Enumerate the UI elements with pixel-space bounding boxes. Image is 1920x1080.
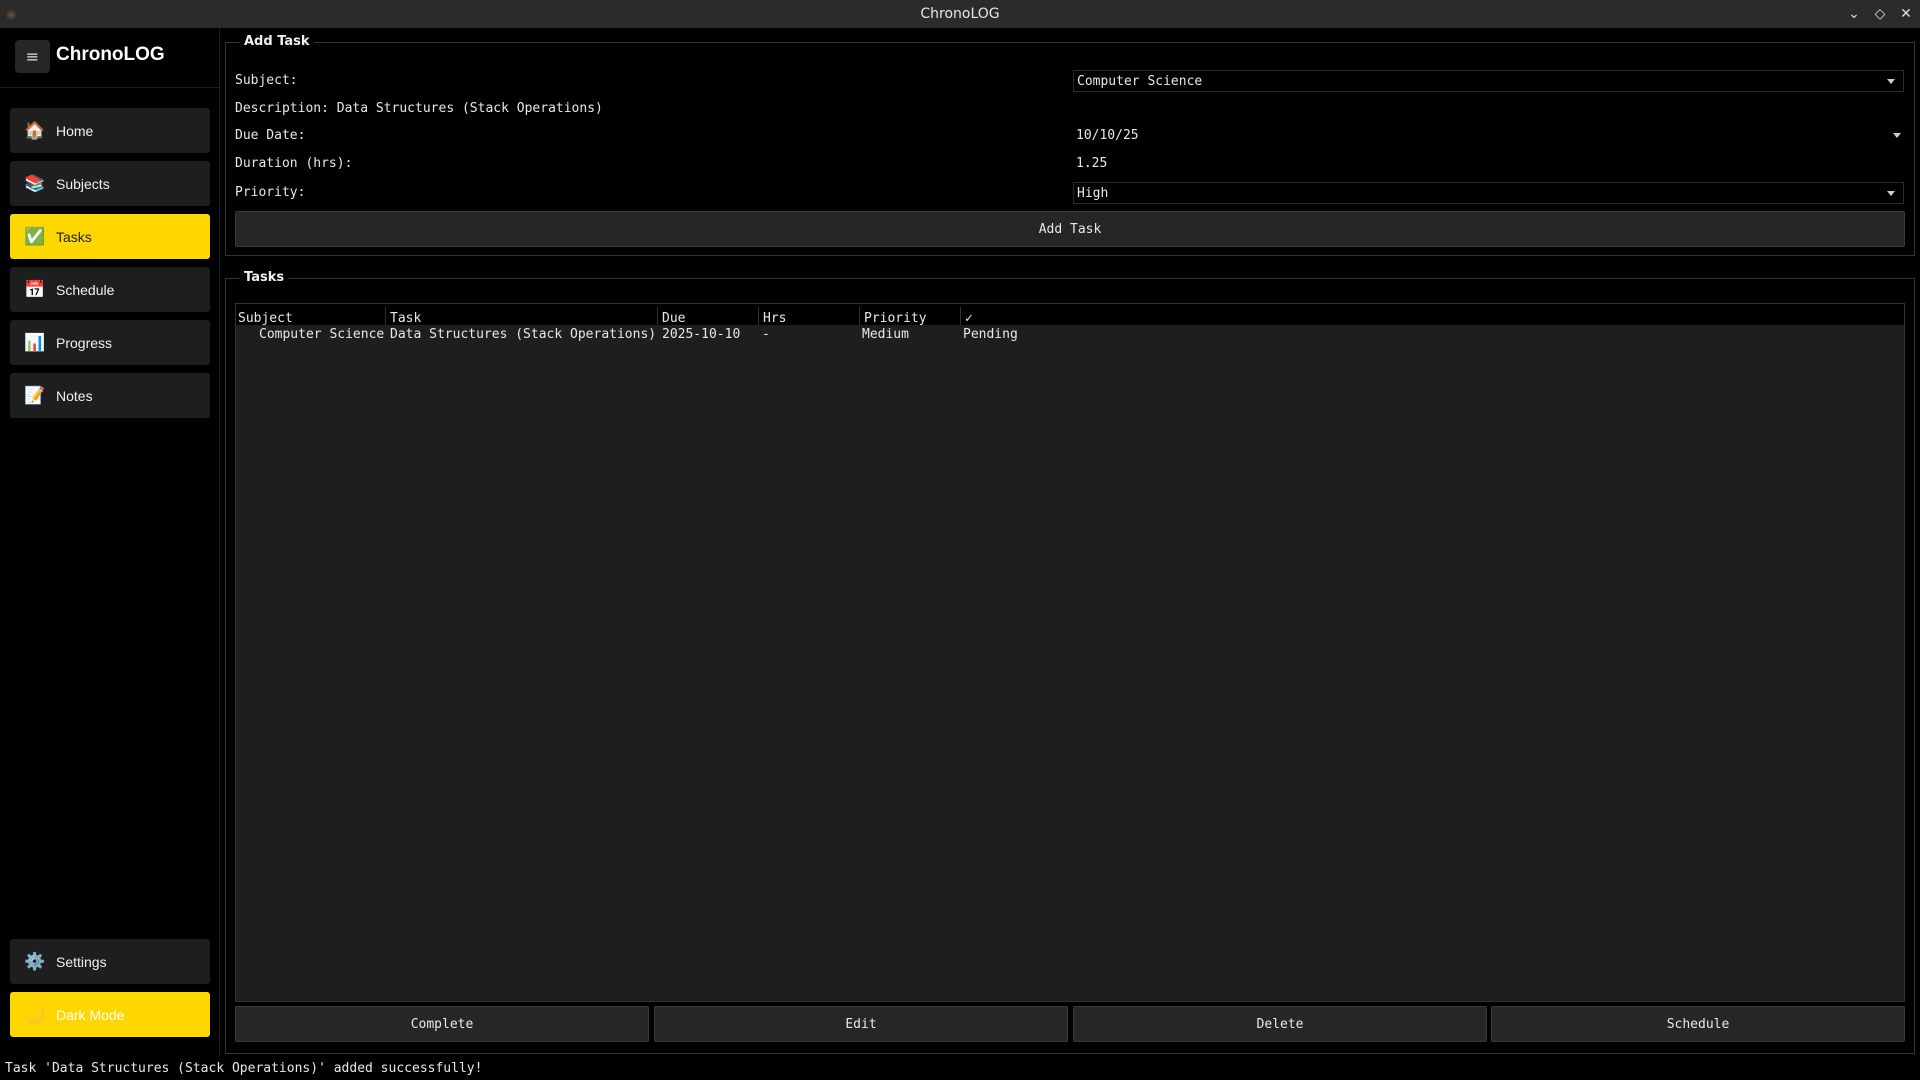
close-icon[interactable]: ✕ bbox=[1898, 6, 1914, 22]
sidebar: ≡ ChronoLOG 🏠 Home 📚 Subjects ✅ Tasks 📅 … bbox=[0, 28, 220, 1056]
due-date-label: Due Date: bbox=[235, 128, 306, 143]
sidebar-item-notes[interactable]: 📝 Notes bbox=[10, 373, 210, 418]
subject-label: Subject: bbox=[235, 73, 298, 88]
duration-label: Duration (hrs): bbox=[235, 156, 353, 171]
window-title: ChronoLOG bbox=[920, 6, 1000, 22]
add-task-title: Add Task bbox=[240, 34, 314, 49]
column-header-subject[interactable]: Subject bbox=[238, 307, 386, 326]
due-date-field[interactable]: 10/10/25 bbox=[1076, 128, 1139, 143]
chart-icon: 📊 bbox=[24, 332, 46, 353]
sidebar-item-label: Schedule bbox=[56, 281, 115, 298]
subject-select[interactable]: Computer Science bbox=[1073, 70, 1904, 92]
sidebar-item-subjects[interactable]: 📚 Subjects bbox=[10, 161, 210, 206]
cell-task: Data Structures (Stack Operations) bbox=[390, 327, 657, 342]
sidebar-item-progress[interactable]: 📊 Progress bbox=[10, 320, 210, 365]
sidebar-item-label: Home bbox=[56, 122, 94, 139]
column-header-task[interactable]: Task bbox=[387, 307, 658, 326]
sidebar-item-label: Subjects bbox=[56, 175, 110, 192]
sidebar-item-home[interactable]: 🏠 Home bbox=[10, 108, 210, 153]
maximize-icon[interactable]: ◇ bbox=[1872, 6, 1888, 22]
status-message: Task 'Data Structures (Stack Operations)… bbox=[5, 1061, 483, 1076]
edit-button[interactable]: Edit bbox=[654, 1006, 1068, 1042]
delete-button[interactable]: Delete bbox=[1073, 1006, 1487, 1042]
chevron-down-icon bbox=[1887, 191, 1895, 196]
priority-label: Priority: bbox=[235, 185, 306, 200]
add-task-button-label: Add Task bbox=[1038, 221, 1102, 237]
cell-due: 2025-10-10 bbox=[662, 327, 741, 342]
sidebar-item-label: Tasks bbox=[56, 228, 92, 245]
dark-mode-toggle[interactable]: 🌙 Dark Mode bbox=[10, 992, 210, 1037]
sidebar-item-label: Notes bbox=[56, 387, 93, 404]
sidebar-item-tasks[interactable]: ✅ Tasks bbox=[10, 214, 210, 259]
complete-button[interactable]: Complete bbox=[235, 1006, 649, 1042]
date-dropdown-icon[interactable] bbox=[1893, 133, 1901, 138]
subject-select-value: Computer Science bbox=[1077, 74, 1203, 89]
table-header: Subject Task Due Hrs Priority ✓ bbox=[236, 304, 1904, 326]
check-icon: ✅ bbox=[24, 226, 46, 247]
calendar-icon: 📅 bbox=[24, 279, 46, 300]
cell-status: Pending bbox=[963, 327, 1018, 342]
home-icon: 🏠 bbox=[24, 120, 46, 141]
hamburger-menu-button[interactable]: ≡ bbox=[15, 40, 50, 73]
memo-icon: 📝 bbox=[24, 385, 46, 406]
tasks-title: Tasks bbox=[240, 270, 289, 285]
add-task-button[interactable]: Add Task bbox=[235, 211, 1905, 247]
minimize-icon[interactable]: ⌄ bbox=[1846, 6, 1862, 22]
priority-select[interactable]: High bbox=[1073, 182, 1904, 204]
brand-name: ChronoLOG bbox=[56, 44, 165, 65]
hamburger-icon: ≡ bbox=[25, 47, 40, 66]
complete-button-label: Complete bbox=[410, 1016, 474, 1032]
cell-subject: Computer Science bbox=[259, 327, 385, 342]
priority-select-value: High bbox=[1077, 186, 1109, 201]
description-label: Description: Data Structures (Stack Oper… bbox=[235, 101, 603, 116]
moon-icon: 🌙 bbox=[24, 1004, 46, 1025]
column-header-hrs[interactable]: Hrs bbox=[760, 307, 860, 326]
status-bar: Task 'Data Structures (Stack Operations)… bbox=[0, 1057, 1920, 1080]
column-header-priority[interactable]: Priority bbox=[861, 307, 961, 326]
brand-header: ≡ ChronoLOG bbox=[0, 28, 220, 88]
sidebar-item-schedule[interactable]: 📅 Schedule bbox=[10, 267, 210, 312]
cell-hrs: - bbox=[762, 327, 770, 342]
cell-priority: Medium bbox=[862, 327, 909, 342]
sidebar-item-label: Progress bbox=[56, 334, 113, 351]
window-controls: ⌄ ◇ ✕ bbox=[1846, 0, 1914, 28]
sidebar-item-label: Settings bbox=[56, 953, 107, 970]
delete-button-label: Delete bbox=[1256, 1016, 1304, 1032]
column-header-status[interactable]: ✓ bbox=[962, 307, 1062, 326]
schedule-button-label: Schedule bbox=[1666, 1016, 1730, 1032]
books-icon: 📚 bbox=[24, 173, 46, 194]
gear-icon: ⚙️ bbox=[24, 951, 46, 972]
title-bar: ◉ ChronoLOG ⌄ ◇ ✕ bbox=[0, 0, 1920, 28]
duration-field[interactable]: 1.25 bbox=[1076, 156, 1107, 171]
chevron-down-icon bbox=[1887, 79, 1895, 84]
edit-button-label: Edit bbox=[845, 1016, 877, 1032]
column-header-due[interactable]: Due bbox=[659, 307, 759, 326]
tasks-table[interactable]: Subject Task Due Hrs Priority ✓ Computer… bbox=[235, 303, 1905, 1002]
app-icon: ◉ bbox=[6, 7, 17, 21]
schedule-button[interactable]: Schedule bbox=[1491, 1006, 1905, 1042]
sidebar-item-settings[interactable]: ⚙️ Settings bbox=[10, 939, 210, 984]
dark-mode-label: Dark Mode bbox=[56, 1006, 125, 1023]
